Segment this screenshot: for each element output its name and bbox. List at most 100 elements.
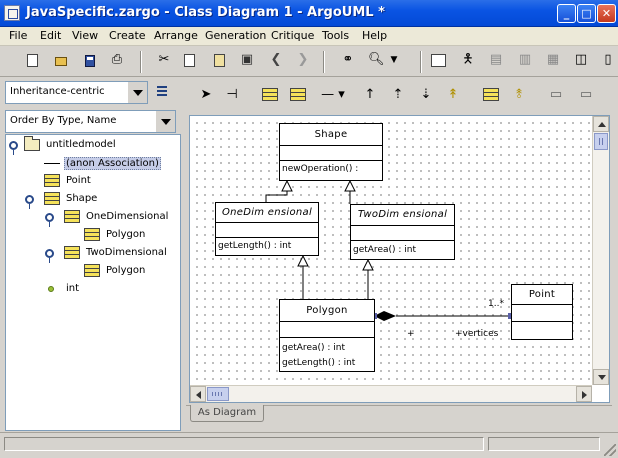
- back-icon[interactable]: ❮: [268, 52, 284, 69]
- generalization-arrowhead: [362, 258, 374, 271]
- collaboration-diagram-icon[interactable]: ▦: [545, 52, 561, 69]
- class-box-twodimensional[interactable]: TwoDim ensional getArea() : int: [350, 204, 455, 260]
- menu-help[interactable]: Help: [362, 29, 387, 42]
- diagram-toolbar: ➤ ⊣ — ▾ ↑ ⇡ ⇣ ↟ ⥉ ▭ ▭: [186, 79, 618, 113]
- scroll-down-icon[interactable]: [593, 369, 609, 385]
- order-combo[interactable]: Order By Type, Name: [5, 110, 176, 133]
- sequence-diagram-icon[interactable]: ▯: [600, 52, 616, 69]
- vertical-scrollbar[interactable]: [592, 116, 609, 385]
- zoom-icon[interactable]: 🔍︎: [368, 52, 385, 69]
- maximize-button[interactable]: □: [577, 4, 596, 23]
- cut-icon[interactable]: ✂: [156, 52, 172, 69]
- tree-expander-icon[interactable]: [45, 213, 54, 227]
- diagram-tabs: As Diagram: [186, 405, 612, 423]
- perspective-value: Inheritance-centric: [10, 86, 105, 97]
- interface-tool-icon[interactable]: ↟: [445, 87, 461, 104]
- configure-perspectives-icon[interactable]: [155, 84, 169, 100]
- use-case-diagram-icon[interactable]: 🯅︎: [460, 52, 476, 69]
- select-arrow-icon[interactable]: ➤: [198, 87, 214, 104]
- class-box-polygon[interactable]: Polygon getArea() : int getLength() : in…: [279, 299, 375, 372]
- vertical-scroll-thumb[interactable]: [594, 133, 608, 150]
- chevron-down-icon[interactable]: [155, 111, 175, 132]
- class-diagram-icon[interactable]: [431, 53, 447, 69]
- status-message-field: [4, 437, 484, 451]
- class-box-shape[interactable]: Shape newOperation() :: [279, 123, 383, 181]
- menu-arrange[interactable]: Arrange: [154, 29, 198, 42]
- class-box-onedimensional[interactable]: OneDim ensional getLength() : int: [215, 202, 319, 256]
- order-value: Order By Type, Name: [10, 115, 117, 126]
- status-bar: [0, 432, 618, 458]
- open-folder-icon[interactable]: [53, 53, 69, 69]
- tree-node-onedimensional[interactable]: OneDimensional: [44, 210, 180, 227]
- tree-node-polygon[interactable]: Polygon: [82, 264, 180, 280]
- expand-icon[interactable]: ▭: [578, 87, 594, 104]
- generalization-tool-icon[interactable]: ⇡: [390, 87, 406, 104]
- menu-view[interactable]: View: [72, 29, 98, 42]
- tab-as-diagram[interactable]: As Diagram: [190, 405, 264, 422]
- diagram-canvas[interactable]: Shape newOperation() : OneDim ensional g…: [190, 116, 592, 385]
- association-icon: [44, 163, 60, 164]
- menu-edit[interactable]: Edit: [40, 29, 61, 42]
- generalization-edge[interactable]: [265, 190, 288, 202]
- realization-tool-icon[interactable]: ⇣: [418, 87, 434, 104]
- scroll-right-icon[interactable]: [576, 386, 592, 402]
- save-icon[interactable]: [82, 53, 98, 69]
- toolbar-separator: [323, 51, 325, 73]
- activity-diagram-icon[interactable]: ▥: [517, 52, 533, 69]
- status-progress-field: [488, 437, 600, 451]
- attribute-compartment: [512, 305, 572, 322]
- find-icon[interactable]: ⚭: [340, 52, 356, 69]
- operation: getArea() : int: [353, 245, 416, 255]
- close-button[interactable]: ✕: [597, 4, 616, 23]
- minimize-button[interactable]: _: [557, 4, 576, 23]
- tree-expander-icon[interactable]: [25, 195, 34, 209]
- collapse-icon[interactable]: ▭: [548, 87, 564, 104]
- deployment-diagram-icon[interactable]: ◫: [573, 52, 589, 69]
- menu-critique[interactable]: Critique: [271, 29, 314, 42]
- tree-expander-icon[interactable]: [45, 249, 54, 263]
- attribute-compartment: [280, 146, 382, 161]
- tree-expander-icon[interactable]: [9, 141, 18, 155]
- paste-icon[interactable]: [212, 53, 228, 69]
- copy-icon[interactable]: [182, 53, 198, 69]
- menu-create[interactable]: Create: [109, 29, 146, 42]
- association-multiplicity: 1..*: [488, 299, 504, 309]
- menu-generation[interactable]: Generation: [205, 29, 266, 42]
- horizontal-scrollbar[interactable]: [190, 385, 592, 402]
- class-box-point[interactable]: Point: [511, 284, 573, 340]
- tree-node-point[interactable]: Point: [42, 174, 180, 190]
- delete-icon[interactable]: ▣: [239, 52, 255, 69]
- class-name: Polygon: [280, 300, 374, 322]
- tree-node-polygon[interactable]: Polygon: [82, 228, 180, 244]
- package-tool-icon[interactable]: [262, 88, 278, 104]
- add-attribute-icon[interactable]: [483, 88, 499, 104]
- tree-node-untitledmodel[interactable]: untitledmodel: [8, 136, 178, 155]
- forward-icon[interactable]: ❯: [295, 52, 311, 69]
- dropdown-icon[interactable]: ▼: [386, 53, 402, 69]
- tree-node-shape[interactable]: Shape: [24, 192, 174, 209]
- scroll-up-icon[interactable]: [593, 116, 609, 132]
- scroll-left-icon[interactable]: [190, 386, 206, 402]
- new-file-icon[interactable]: [25, 53, 41, 69]
- class-tool-icon[interactable]: [290, 88, 306, 104]
- resize-grip-icon[interactable]: [604, 444, 616, 456]
- tree-node-int[interactable]: int: [42, 282, 180, 298]
- horizontal-scroll-thumb[interactable]: [207, 387, 229, 401]
- add-operation-icon[interactable]: ⥉: [511, 87, 527, 104]
- toolbar-separator: [420, 51, 422, 73]
- class-icon: [64, 246, 80, 259]
- menu-tools[interactable]: Tools: [322, 29, 349, 42]
- perspective-combo[interactable]: Inheritance-centric: [5, 81, 148, 104]
- tree-node-twodimensional[interactable]: TwoDimensional: [44, 246, 180, 263]
- menu-file[interactable]: File: [9, 29, 27, 42]
- dependency-tool-icon[interactable]: ↑: [362, 87, 378, 104]
- broom-icon[interactable]: ⊣: [224, 87, 240, 104]
- operation: getLength() : int: [218, 241, 292, 251]
- print-icon[interactable]: ⎙: [109, 52, 125, 69]
- association-role-label: +vertices: [455, 329, 499, 339]
- explorer-tree[interactable]: untitledmodel (anon Association) Point S…: [5, 134, 181, 431]
- chevron-down-icon[interactable]: [127, 82, 147, 103]
- association-tool-icon[interactable]: — ▾: [318, 87, 348, 104]
- tree-node-association[interactable]: (anon Association): [42, 156, 180, 172]
- state-diagram-icon[interactable]: ▤: [488, 52, 504, 69]
